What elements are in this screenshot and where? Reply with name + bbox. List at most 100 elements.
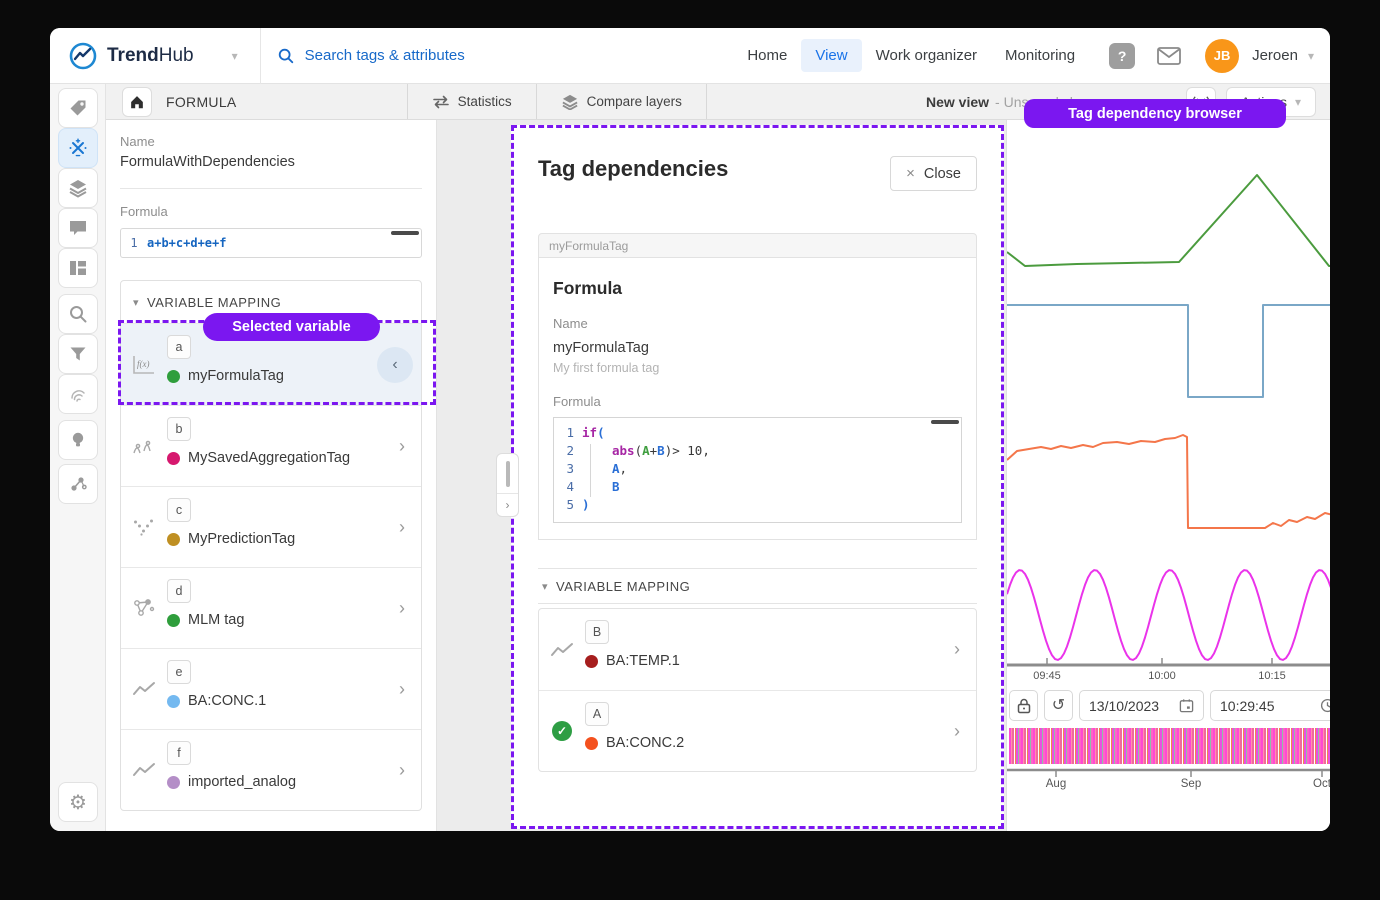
chevron-right-icon[interactable]: › <box>938 691 976 771</box>
collapse-panel-button[interactable]: › <box>497 494 518 516</box>
aggregation-icon <box>121 406 167 486</box>
variable-row-c[interactable]: cMyPredictionTag› <box>121 486 421 567</box>
layers-icon[interactable] <box>58 168 98 208</box>
divider <box>120 188 422 189</box>
variable-letter: b <box>167 417 191 441</box>
formula-panel: Name FormulaWithDependencies Formula 1 a… <box>106 120 437 831</box>
chevron-right-icon[interactable]: › <box>383 730 421 810</box>
variable-row-d[interactable]: d MLM tag › <box>121 567 421 648</box>
splitter-drag-handle[interactable] <box>497 454 518 494</box>
compare-layers-icon <box>561 94 579 110</box>
messages-button[interactable] <box>1157 47 1181 65</box>
variable-row-b[interactable]: b MySavedAggregationTag › <box>121 405 421 486</box>
panel-splitter[interactable]: › <box>496 453 519 517</box>
trend-plot[interactable] <box>1007 120 1330 680</box>
variable-mapping-card: ▾ VARIABLE MAPPING f(x)amyFormulaTag‹ b My… <box>120 280 422 811</box>
broadcast-icon <box>1192 96 1210 108</box>
tag-color-dot <box>167 370 180 383</box>
chevron-right-icon[interactable]: › <box>383 487 421 567</box>
collapse-detail-button[interactable]: ‹ <box>377 347 413 383</box>
home-button[interactable] <box>122 87 152 117</box>
swap-arrows-icon <box>432 95 450 109</box>
close-label: Close <box>924 166 961 182</box>
time-value: 10:29:45 <box>1220 698 1275 714</box>
user-menu-caret-icon[interactable]: ▾ <box>1308 49 1314 63</box>
chevron-right-icon[interactable]: › <box>938 609 976 690</box>
tag-icon[interactable] <box>58 88 98 128</box>
overview-axis-tick: Oct <box>1313 778 1330 790</box>
close-button[interactable]: × Close <box>890 156 977 191</box>
nav-item-work-organizer[interactable]: Work organizer <box>862 39 991 72</box>
lightbulb-icon[interactable] <box>58 420 98 460</box>
comment-icon[interactable] <box>58 208 98 248</box>
tab-compare-layers[interactable]: Compare layers <box>536 84 707 119</box>
lock-timerange-button[interactable] <box>1009 690 1038 721</box>
editor-scrollbar[interactable] <box>391 231 419 235</box>
variable-mapping-title: VARIABLE MAPPING <box>556 579 690 594</box>
live-broadcast-button[interactable] <box>1186 87 1216 117</box>
variable-row-a[interactable]: f(x)amyFormulaTag‹ <box>121 323 421 405</box>
actions-button[interactable]: Actions ▾ <box>1226 87 1316 117</box>
formula-heading: Formula <box>553 278 962 299</box>
dashboard-icon[interactable] <box>58 248 98 288</box>
filter-icon[interactable] <box>58 334 98 374</box>
chevron-right-icon[interactable]: › <box>383 406 421 486</box>
mlm-icon <box>121 568 167 648</box>
user-name[interactable]: Jeroen <box>1252 47 1298 64</box>
clock-icon <box>1320 698 1330 713</box>
chevron-right-icon[interactable]: › <box>383 568 421 648</box>
formula-icon[interactable] <box>58 128 98 168</box>
dependency-row-B[interactable]: BBA:TEMP.1› <box>539 609 976 690</box>
tag-name: BA:CONC.2 <box>606 735 684 751</box>
brand-logo[interactable]: TrendHub <box>50 41 194 71</box>
history-button[interactable]: ↺ <box>1044 690 1073 721</box>
settings-gear-icon[interactable]: ⚙ <box>58 782 98 822</box>
nav-item-home[interactable]: Home <box>733 39 801 72</box>
formula-editor[interactable]: 1 a+b+c+d+e+f <box>120 228 422 258</box>
trend-icon <box>539 609 585 690</box>
name-label: Name <box>553 316 962 331</box>
group-header: myFormulaTag <box>538 233 977 258</box>
variable-letter: d <box>167 579 191 603</box>
variable-row-e[interactable]: eBA:CONC.1› <box>121 648 421 729</box>
x-axis-tick: 10:15 <box>1258 670 1286 682</box>
avatar[interactable]: JB <box>1205 39 1239 73</box>
variable-mapping-header[interactable]: ▾ VARIABLE MAPPING <box>538 568 977 604</box>
mail-icon <box>1157 47 1181 65</box>
date-value: 13/10/2023 <box>1089 698 1159 714</box>
time-input[interactable]: 10:29:45 <box>1210 690 1330 721</box>
prediction-icon <box>121 487 167 567</box>
overview-strip[interactable] <box>1009 728 1330 764</box>
help-button[interactable]: ? <box>1109 43 1135 69</box>
tag-color-dot <box>167 533 180 546</box>
formula-tag-icon: f(x) <box>121 324 167 405</box>
code-line-1: 1if( <box>554 424 961 442</box>
name-label: Name <box>120 134 155 149</box>
variable-letter: e <box>167 660 191 684</box>
tab-statistics[interactable]: Statistics <box>407 84 536 119</box>
variable-mapping-header[interactable]: ▾ VARIABLE MAPPING <box>121 281 421 323</box>
search-input[interactable]: Search tags & attributes <box>305 47 465 64</box>
formula-code[interactable]: a+b+c+d+e+f <box>147 236 226 250</box>
variable-row-f[interactable]: fimported_analog› <box>121 729 421 810</box>
brand-caret-icon[interactable]: ▾ <box>232 49 238 63</box>
graph-nodes-icon[interactable] <box>58 464 98 504</box>
fingerprint-icon[interactable] <box>58 374 98 414</box>
tag-name: MySavedAggregationTag <box>188 450 350 466</box>
chevron-right-icon[interactable]: › <box>383 649 421 729</box>
nav-item-view[interactable]: View <box>801 39 861 72</box>
tag-color-dot <box>585 655 598 668</box>
tag-color-dot <box>585 737 598 750</box>
editor-scrollbar[interactable] <box>931 420 959 424</box>
tag-name: MLM tag <box>188 612 244 628</box>
view-toolbar: FORMULA Statistics Compare layers New vi… <box>106 84 1330 120</box>
date-input[interactable]: 13/10/2023 <box>1079 690 1204 721</box>
view-status: - Unsaved changes <box>995 94 1116 110</box>
dependency-formula-editor[interactable]: 1if(2abs(A+B)> 10,3A,4B5) <box>553 417 962 523</box>
app-window: TrendHub ▾ Search tags & attributes Home… <box>50 28 1330 831</box>
tag-name-value: myFormulaTag <box>553 340 962 356</box>
search-tags-icon[interactable] <box>58 294 98 334</box>
dependency-row-A[interactable]: ✓ABA:CONC.2› <box>539 690 976 771</box>
global-search[interactable]: Search tags & attributes <box>261 47 734 65</box>
nav-item-monitoring[interactable]: Monitoring <box>991 39 1089 72</box>
